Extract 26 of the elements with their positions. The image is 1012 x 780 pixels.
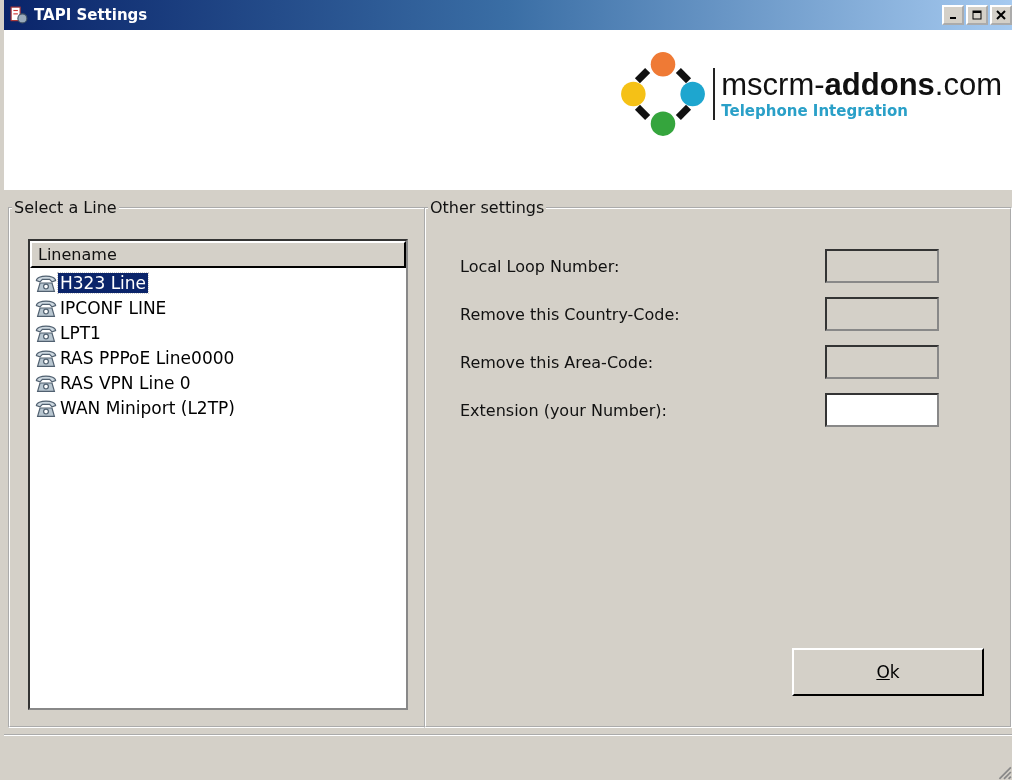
window-title: TAPI Settings	[34, 6, 148, 24]
close-icon	[996, 10, 1006, 20]
group-title: Other settings	[429, 198, 546, 217]
field-label: Remove this Area-Code:	[460, 352, 655, 372]
field-label: Extension (your Number):	[460, 400, 668, 420]
line-item[interactable]: H323 Line	[58, 272, 149, 293]
brand-name: mscrm-addons.com	[721, 67, 1002, 103]
maximize-icon	[972, 10, 982, 20]
line-item[interactable]: RAS VPN Line 0	[58, 372, 193, 393]
group-title: Select a Line	[13, 198, 118, 217]
minimize-icon	[950, 17, 956, 19]
line-item[interactable]: IPCONF LINE	[58, 297, 169, 318]
app-icon	[10, 6, 28, 24]
line-item[interactable]: WAN Miniport (L2TP)	[58, 397, 237, 418]
line-item[interactable]: LPT1	[58, 322, 103, 343]
field-label: Remove this Country-Code:	[460, 304, 681, 324]
minimize-button[interactable]	[942, 5, 964, 25]
line-item[interactable]: RAS PPPoE Line0000	[58, 347, 237, 368]
brand-tagline: Telephone Integration	[721, 102, 909, 121]
ok-button[interactable]: Ok	[792, 648, 984, 696]
field-label: Local Loop Number:	[460, 256, 621, 276]
input-field[interactable]	[825, 393, 939, 427]
column-header[interactable]: Linename	[30, 241, 406, 268]
close-button[interactable]	[990, 5, 1012, 25]
maximize-button[interactable]	[966, 5, 988, 25]
resize-grip-icon	[996, 764, 1012, 780]
